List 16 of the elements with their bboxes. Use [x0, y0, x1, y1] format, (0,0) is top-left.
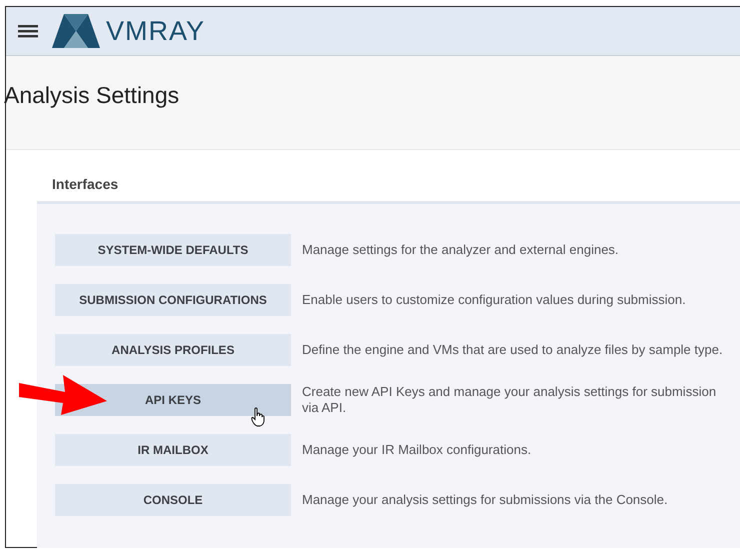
menu-icon[interactable] [18, 23, 38, 39]
description: Create new API Keys and manage your analysis settings for submission via API. [302, 384, 718, 416]
settings-button[interactable]: IR MAILBOX [55, 434, 291, 466]
brand-name: VMRAY [106, 16, 206, 46]
hand-cursor-icon [251, 407, 265, 427]
logo-icon [52, 14, 100, 48]
section-heading: Interfaces [51, 176, 118, 192]
settings-button[interactable]: SYSTEM-WIDE DEFAULTS [55, 234, 291, 266]
description: Define the engine and VMs that are used to analyze files by sample type. [302, 342, 724, 358]
settings-button[interactable]: SUBMISSION CONFIGURATIONS [55, 284, 291, 316]
settings-button[interactable]: ANALYSIS PROFILES [55, 334, 291, 366]
description: Manage settings for the analyzer and external engines. [302, 242, 620, 258]
description: Enable users to customize configuration values during submission. [302, 292, 687, 308]
description: Manage your IR Mailbox configurations. [302, 442, 532, 458]
settings-button[interactable]: CONSOLE [55, 484, 291, 516]
description: Manage your analysis settings for submissions via the Console. [302, 492, 669, 508]
